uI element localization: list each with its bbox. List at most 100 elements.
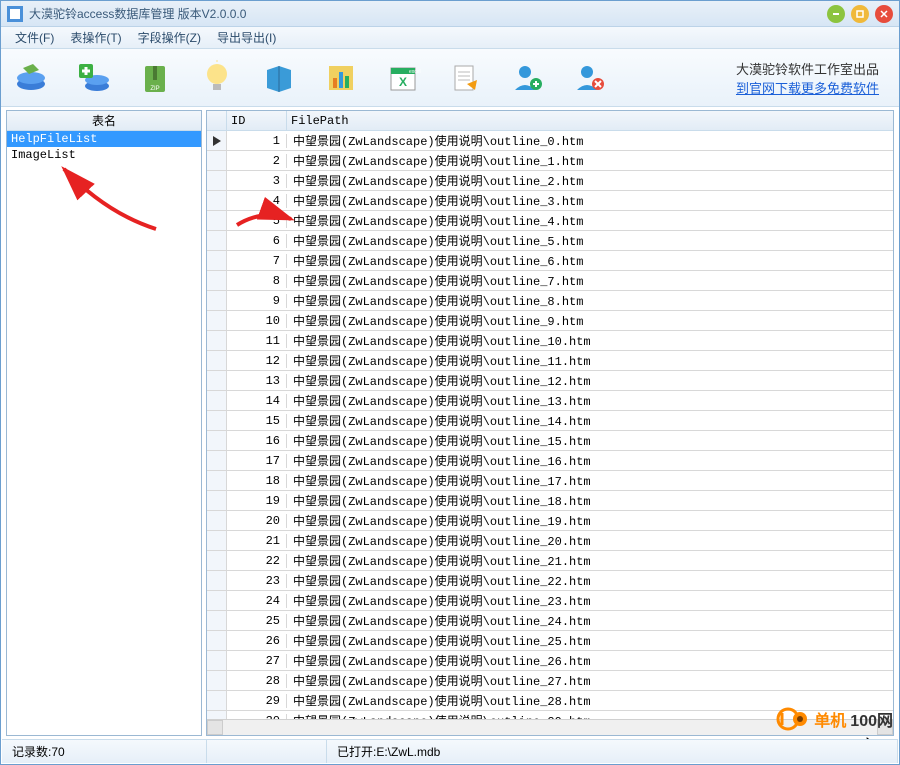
- row-selector[interactable]: [207, 691, 227, 710]
- row-selector[interactable]: [207, 211, 227, 230]
- row-selector[interactable]: [207, 591, 227, 610]
- grid-body[interactable]: 1中望景园(ZwLandscape)使用说明\outline_0.htm2中望景…: [207, 131, 893, 719]
- row-selector[interactable]: [207, 191, 227, 210]
- cell-id: 10: [227, 314, 287, 328]
- table-list-item[interactable]: ImageList: [7, 147, 201, 163]
- minimize-button[interactable]: [827, 5, 845, 23]
- table-row[interactable]: 7中望景园(ZwLandscape)使用说明\outline_6.htm: [207, 251, 893, 271]
- cell-id: 17: [227, 454, 287, 468]
- grid-header-selector[interactable]: [207, 111, 227, 130]
- toolbar-chart-icon[interactable]: [321, 58, 361, 98]
- row-selector[interactable]: [207, 551, 227, 570]
- table-row[interactable]: 23中望景园(ZwLandscape)使用说明\outline_22.htm: [207, 571, 893, 591]
- row-selector[interactable]: [207, 711, 227, 719]
- cell-id: 21: [227, 534, 287, 548]
- row-selector[interactable]: [207, 571, 227, 590]
- row-selector[interactable]: [207, 611, 227, 630]
- row-selector[interactable]: [207, 511, 227, 530]
- table-row[interactable]: 24中望景园(ZwLandscape)使用说明\outline_23.htm: [207, 591, 893, 611]
- row-selector[interactable]: [207, 331, 227, 350]
- grid-header-filepath[interactable]: FilePath: [287, 111, 893, 130]
- row-selector[interactable]: [207, 531, 227, 550]
- cell-id: 29: [227, 694, 287, 708]
- row-selector[interactable]: [207, 631, 227, 650]
- cell-id: 19: [227, 494, 287, 508]
- menubar: 文件(F) 表操作(T) 字段操作(Z) 导出导出(I): [1, 27, 899, 49]
- table-row[interactable]: 13中望景园(ZwLandscape)使用说明\outline_12.htm: [207, 371, 893, 391]
- menu-table-ops[interactable]: 表操作(T): [62, 27, 129, 48]
- table-row[interactable]: 28中望景园(ZwLandscape)使用说明\outline_27.htm: [207, 671, 893, 691]
- row-selector[interactable]: [207, 371, 227, 390]
- table-row[interactable]: 11中望景园(ZwLandscape)使用说明\outline_10.htm: [207, 331, 893, 351]
- table-row[interactable]: 27中望景园(ZwLandscape)使用说明\outline_26.htm: [207, 651, 893, 671]
- table-row[interactable]: 15中望景园(ZwLandscape)使用说明\outline_14.htm: [207, 411, 893, 431]
- tables-list[interactable]: HelpFileListImageList: [7, 131, 201, 735]
- maximize-button[interactable]: [851, 5, 869, 23]
- cell-id: 3: [227, 174, 287, 188]
- brand-link[interactable]: 到官网下载更多免费软件: [736, 78, 879, 97]
- table-row[interactable]: 26中望景园(ZwLandscape)使用说明\outline_25.htm: [207, 631, 893, 651]
- tables-pane: 表名 HelpFileListImageList: [6, 110, 202, 736]
- scroll-left-button[interactable]: [207, 720, 223, 735]
- table-row[interactable]: 5中望景园(ZwLandscape)使用说明\outline_4.htm: [207, 211, 893, 231]
- cell-filepath: 中望景园(ZwLandscape)使用说明\outline_0.htm: [287, 132, 893, 149]
- row-selector[interactable]: [207, 271, 227, 290]
- row-selector[interactable]: [207, 671, 227, 690]
- row-selector[interactable]: [207, 391, 227, 410]
- grid-header-id[interactable]: ID: [227, 111, 287, 130]
- table-row[interactable]: 21中望景园(ZwLandscape)使用说明\outline_20.htm: [207, 531, 893, 551]
- cell-filepath: 中望景园(ZwLandscape)使用说明\outline_22.htm: [287, 572, 893, 589]
- table-row[interactable]: 8中望景园(ZwLandscape)使用说明\outline_7.htm: [207, 271, 893, 291]
- menu-field-ops[interactable]: 字段操作(Z): [130, 27, 209, 48]
- row-selector[interactable]: [207, 651, 227, 670]
- cell-id: 15: [227, 414, 287, 428]
- toolbar-add-db-icon[interactable]: [73, 58, 113, 98]
- toolbar-user-add-icon[interactable]: [507, 58, 547, 98]
- toolbar-book-icon[interactable]: [259, 58, 299, 98]
- table-row[interactable]: 1中望景园(ZwLandscape)使用说明\outline_0.htm: [207, 131, 893, 151]
- cell-filepath: 中望景园(ZwLandscape)使用说明\outline_1.htm: [287, 152, 893, 169]
- row-selector[interactable]: [207, 431, 227, 450]
- brand-text: 大漠驼铃软件工作室出品: [736, 59, 879, 78]
- toolbar-excel-icon[interactable]: excelX: [383, 58, 423, 98]
- table-row[interactable]: 17中望景园(ZwLandscape)使用说明\outline_16.htm: [207, 451, 893, 471]
- table-row[interactable]: 25中望景园(ZwLandscape)使用说明\outline_24.htm: [207, 611, 893, 631]
- close-button[interactable]: [875, 5, 893, 23]
- table-row[interactable]: 19中望景园(ZwLandscape)使用说明\outline_18.htm: [207, 491, 893, 511]
- row-selector[interactable]: [207, 451, 227, 470]
- row-selector[interactable]: [207, 491, 227, 510]
- toolbar-zip-icon[interactable]: ZIP: [135, 58, 175, 98]
- table-row[interactable]: 12中望景园(ZwLandscape)使用说明\outline_11.htm: [207, 351, 893, 371]
- menu-export[interactable]: 导出导出(I): [209, 27, 284, 48]
- toolbar-user-delete-icon[interactable]: [569, 58, 609, 98]
- toolbar-bulb-icon[interactable]: [197, 58, 237, 98]
- table-row[interactable]: 6中望景园(ZwLandscape)使用说明\outline_5.htm: [207, 231, 893, 251]
- toolbar-disk-icon[interactable]: [11, 58, 51, 98]
- menu-file[interactable]: 文件(F): [7, 27, 62, 48]
- table-row[interactable]: 14中望景园(ZwLandscape)使用说明\outline_13.htm: [207, 391, 893, 411]
- table-list-item[interactable]: HelpFileList: [7, 131, 201, 147]
- row-selector[interactable]: [207, 351, 227, 370]
- row-selector[interactable]: [207, 291, 227, 310]
- row-selector[interactable]: [207, 411, 227, 430]
- row-selector[interactable]: [207, 151, 227, 170]
- table-row[interactable]: 18中望景园(ZwLandscape)使用说明\outline_17.htm: [207, 471, 893, 491]
- toolbar-document-icon[interactable]: [445, 58, 485, 98]
- row-selector[interactable]: [207, 131, 227, 150]
- table-row[interactable]: 20中望景园(ZwLandscape)使用说明\outline_19.htm: [207, 511, 893, 531]
- table-row[interactable]: 3中望景园(ZwLandscape)使用说明\outline_2.htm: [207, 171, 893, 191]
- titlebar[interactable]: 大漠驼铃access数据库管理 版本V2.0.0.0: [1, 1, 899, 27]
- table-row[interactable]: 22中望景园(ZwLandscape)使用说明\outline_21.htm: [207, 551, 893, 571]
- table-row[interactable]: 10中望景园(ZwLandscape)使用说明\outline_9.htm: [207, 311, 893, 331]
- table-row[interactable]: 9中望景园(ZwLandscape)使用说明\outline_8.htm: [207, 291, 893, 311]
- cell-id: 2: [227, 154, 287, 168]
- grid-header: ID FilePath: [207, 111, 893, 131]
- table-row[interactable]: 4中望景园(ZwLandscape)使用说明\outline_3.htm: [207, 191, 893, 211]
- table-row[interactable]: 2中望景园(ZwLandscape)使用说明\outline_1.htm: [207, 151, 893, 171]
- row-selector[interactable]: [207, 251, 227, 270]
- table-row[interactable]: 16中望景园(ZwLandscape)使用说明\outline_15.htm: [207, 431, 893, 451]
- row-selector[interactable]: [207, 311, 227, 330]
- row-selector[interactable]: [207, 471, 227, 490]
- row-selector[interactable]: [207, 171, 227, 190]
- row-selector[interactable]: [207, 231, 227, 250]
